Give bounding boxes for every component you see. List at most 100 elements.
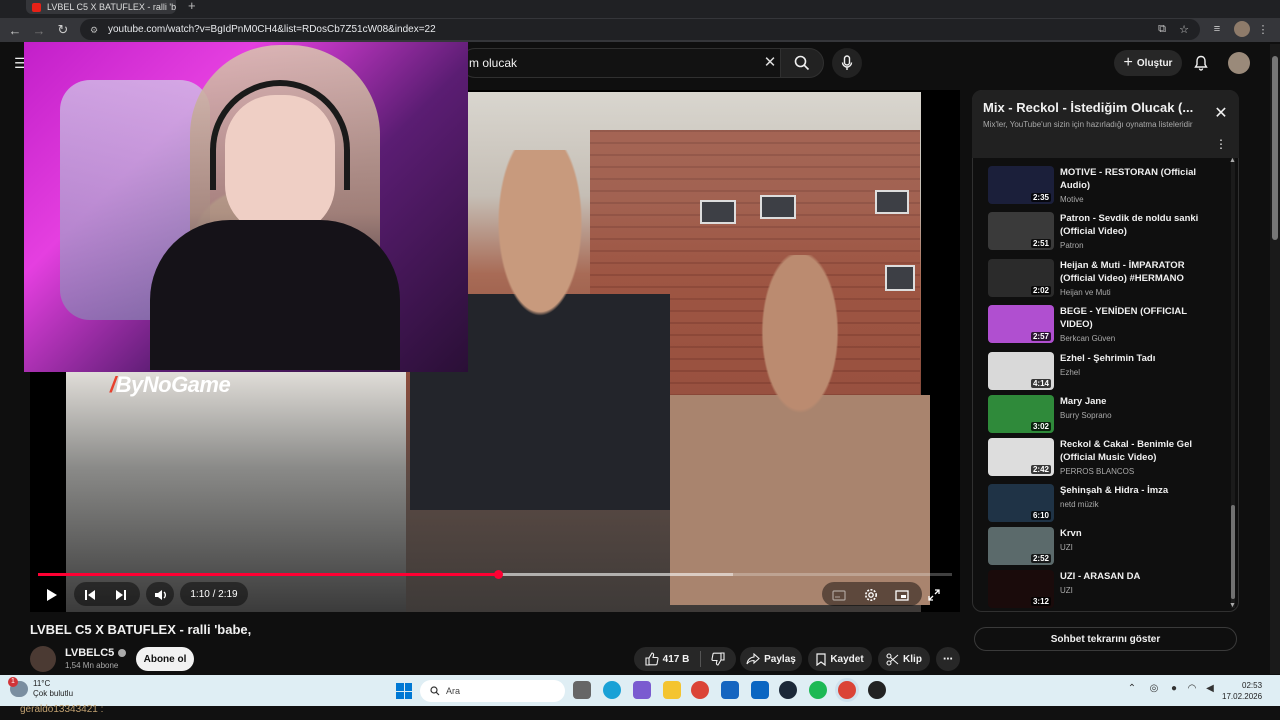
playlist-thumbnail[interactable]: 2:51 [988,212,1054,250]
playlist-thumbnail[interactable]: 2:42 [988,438,1054,476]
fullscreen-icon[interactable] [924,584,944,606]
playlist-item[interactable]: 2:02 Heijan & Muti - İMPARATOR (Official … [988,259,1228,303]
windows-start-icon[interactable] [396,683,412,699]
playlist-thumbnail[interactable]: 2:35 [988,166,1054,204]
tray-overflow-icon[interactable]: ⌃ [1126,683,1138,695]
playlist-duration: 4:14 [1030,379,1051,388]
teams-icon[interactable] [633,681,651,699]
playlist-thumbnail[interactable]: 3:12 [988,570,1054,608]
playlist-item[interactable]: 6:10 Şehinşah & Hidra - İmza netd müzik [988,484,1228,528]
subscribe-button[interactable]: Abone ol [136,647,194,671]
microphone-icon[interactable]: ● [1168,683,1180,695]
user-avatar[interactable] [1228,52,1250,74]
dislike-button[interactable] [702,647,734,671]
playlist-item-channel: UZI [1060,586,1073,595]
cast-icon[interactable]: ⧉ [1155,22,1169,36]
search-button[interactable] [780,48,824,78]
playlist-item[interactable]: 3:02 Mary Jane Burry Soprano [988,395,1228,439]
playlist-thumbnail[interactable]: 2:52 [988,527,1054,565]
site-info-icon[interactable]: ⚙ [90,25,100,35]
share-button[interactable]: Paylaş [740,647,802,671]
playlist-menu-icon[interactable]: ⋮ [1214,137,1228,151]
channel-avatar[interactable] [30,646,56,672]
chrome-icon[interactable] [691,681,709,699]
notifications-button[interactable] [1190,52,1212,74]
play-button[interactable] [42,584,62,606]
playlist-item[interactable]: 2:35 MOTIVE - RESTORAN (Official Audio) Mo… [988,166,1228,210]
theater-mode-icon[interactable] [892,584,912,606]
speaker-icon[interactable]: ◀ [1204,683,1216,695]
playlist-item[interactable]: 2:57 BEGE - YENİDEN (OFFICIAL VIDEO) Berkc… [988,305,1228,349]
store-icon[interactable] [721,681,739,699]
playlist-item-channel: Berkcan Güven [1060,334,1116,343]
forward-icon[interactable]: → [30,21,48,39]
playlist-item[interactable]: 2:51 Patron - Sevdik de noldu sanki (Offi… [988,212,1228,256]
playlist-subtitle: Mix'ler, YouTube'un sizin için hazırladı… [983,120,1193,129]
progress-scrubber[interactable] [493,570,503,579]
scroll-up-icon[interactable]: ▲ [1229,157,1236,164]
like-button[interactable]: 417 B [634,647,700,671]
bookmark-star-icon[interactable]: ☆ [1177,22,1191,36]
voice-search-button[interactable] [832,48,862,78]
playlist-item-title: MOTIVE - RESTORAN (Official Audio) [1060,167,1197,191]
browser-menu-icon[interactable]: ⋮ [1256,22,1270,36]
spotify-icon[interactable] [809,681,827,699]
scroll-down-icon[interactable]: ▼ [1229,602,1236,609]
file-explorer-icon[interactable] [663,681,681,699]
create-button[interactable]: + Oluştur [1114,50,1182,76]
chrome-active-icon[interactable] [838,681,856,699]
save-button[interactable]: Kaydet [808,647,872,671]
steam-icon[interactable] [779,681,797,699]
playlist-thumbnail[interactable]: 3:02 [988,395,1054,433]
weather-widget[interactable]: 1 11°C Çok bulutlu [8,677,73,699]
browser-profile-avatar[interactable] [1234,21,1250,37]
system-clock[interactable]: 02:53 17.02.2026 [1222,680,1262,702]
thumbs-down-icon [711,652,725,666]
subscriber-count: 1,54 Mn abone [65,661,119,670]
playlist-thumbnail[interactable]: 2:02 [988,259,1054,297]
new-tab-button[interactable]: + [188,0,196,13]
edge-icon[interactable] [603,681,621,699]
page-scrollbar-thumb[interactable] [1272,56,1278,240]
playlist-thumbnail[interactable]: 4:14 [988,352,1054,390]
playlist-title[interactable]: Mix - Reckol - İstediğim Olucak (... [983,100,1193,115]
playlist-scrollbar-thumb[interactable] [1231,505,1235,599]
youtube-favicon-icon [32,2,41,12]
search-clear-icon[interactable]: ✕ [762,55,778,71]
close-icon[interactable]: ✕ [1212,105,1230,123]
like-count: 417 B [662,653,690,665]
more-actions-icon[interactable]: ⋯ [936,647,960,671]
address-bar[interactable]: ⚙ youtube.com/watch?v=BgIdPnM0CH4&list=R… [80,19,1200,40]
playlist-item-channel: Ezhel [1060,368,1081,377]
brand-text: ByNoGame [115,372,231,397]
media-control-icon[interactable]: ≡ [1210,22,1224,36]
playlist-duration: 2:02 [1030,286,1051,295]
task-view-icon[interactable] [573,681,591,699]
playlist-thumbnail[interactable]: 6:10 [988,484,1054,522]
show-chat-replay-button[interactable]: Sohbet tekrarını göster [974,627,1237,651]
app-icon[interactable] [868,681,886,699]
browser-tab-active[interactable]: LVBEL C5 X BATUFLEX - ralli 'babe [26,0,176,14]
outlook-icon[interactable] [751,681,769,699]
wifi-icon[interactable]: ◠ [1186,683,1198,695]
next-button[interactable] [111,584,131,606]
channel-name-row[interactable]: LVBELC5 [65,647,127,659]
back-icon[interactable]: ← [6,21,24,39]
tab-title: LVBEL C5 X BATUFLEX - ralli 'babe [47,2,176,12]
playlist-thumbnail[interactable]: 2:57 [988,305,1054,343]
playlist-item[interactable]: 4:14 Ezhel - Şehrimin Tadı Ezhel [988,352,1228,396]
search-input[interactable]: m olucak [460,48,780,78]
playlist-item[interactable]: 2:52 Krvn UZI [988,527,1228,571]
taskbar-search[interactable]: Ara [420,680,565,702]
reload-icon[interactable]: ↻ [54,21,72,39]
previous-button[interactable] [80,584,100,606]
playlist-duration: 6:10 [1030,511,1051,520]
playlist-item[interactable]: 2:42 Reckol & Cakal - Benimle Gel (Offici… [988,438,1228,482]
subtitles-icon[interactable] [829,584,849,606]
playlist-item[interactable]: 3:12 UZI - ARASAN DA UZI [988,570,1228,614]
weather-temperature: 11°C [33,679,51,688]
next-icon [116,590,126,600]
settings-gear-icon[interactable] [861,584,881,606]
network-icon[interactable]: ◎ [1148,683,1160,695]
clip-button[interactable]: Klip [878,647,930,671]
